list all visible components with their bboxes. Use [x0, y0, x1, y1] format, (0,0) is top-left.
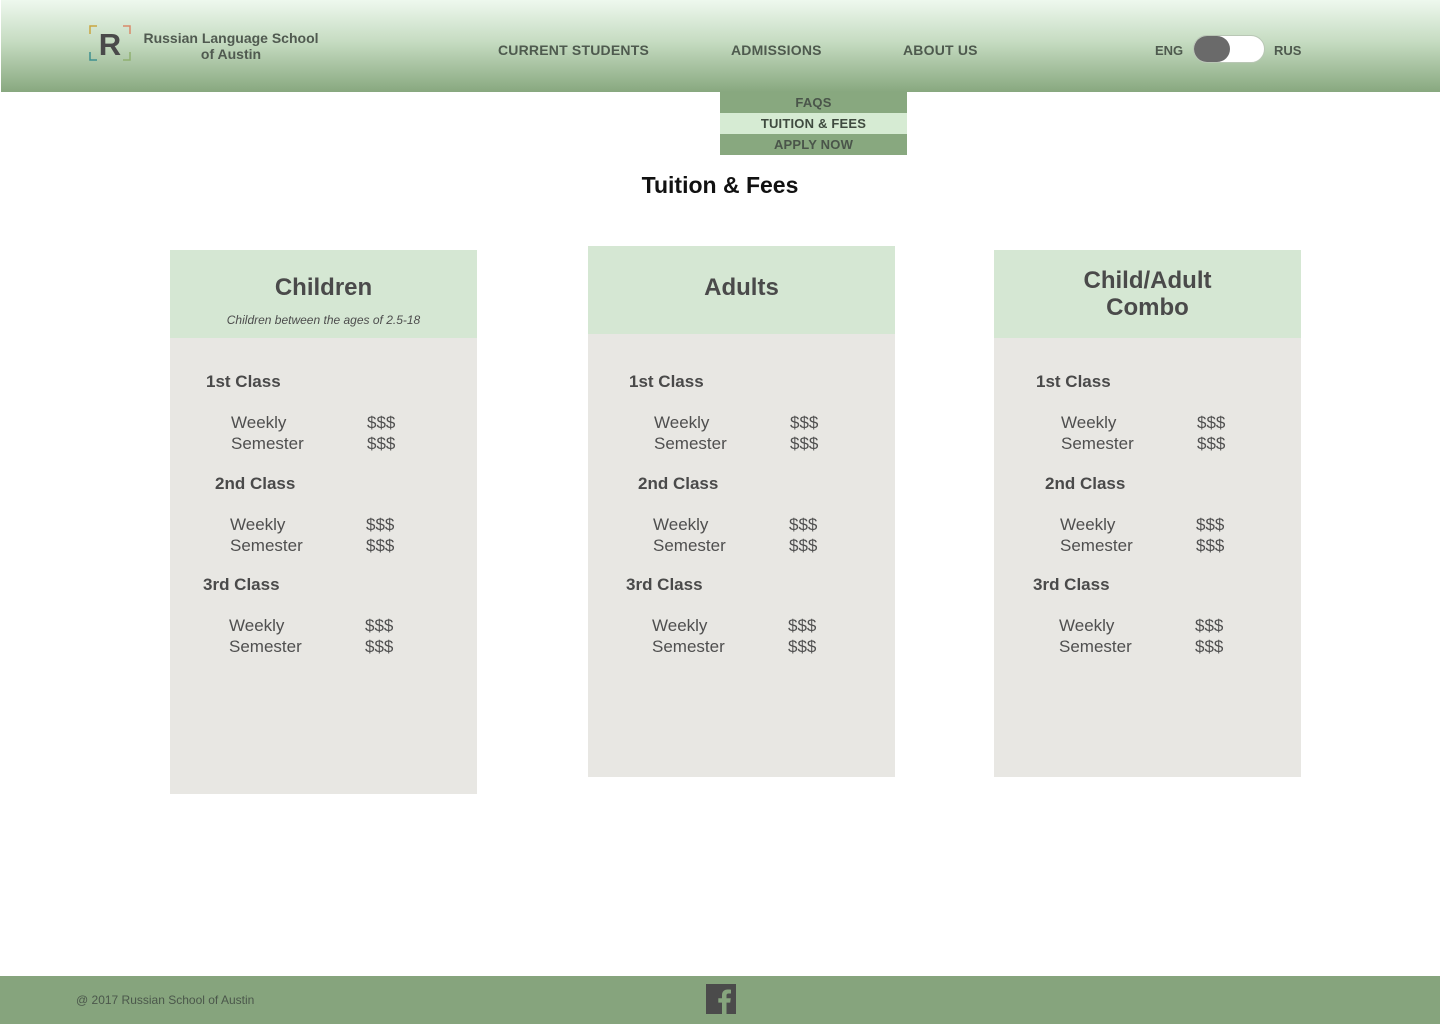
school-name-line1: Russian Language School — [143, 30, 319, 46]
row-label: Semester — [1061, 434, 1134, 453]
school-logo-icon[interactable]: R — [89, 25, 131, 61]
school-name[interactable]: Russian Language School of Austin — [141, 30, 321, 62]
row-label: Semester — [229, 637, 302, 656]
row-label: Weekly — [230, 515, 286, 534]
row-price: $$$ — [1197, 413, 1226, 432]
row-price: $$$ — [1196, 536, 1225, 555]
row-price: $$$ — [365, 637, 394, 656]
language-toggle[interactable] — [1193, 35, 1265, 63]
lang-rus-label[interactable]: RUS — [1274, 43, 1301, 58]
card-title: Children — [274, 274, 373, 301]
card-header: Adults — [588, 246, 895, 334]
nav-current-students[interactable]: CURRENT STUDENTS — [498, 42, 649, 58]
class-title: 1st Class — [629, 372, 704, 391]
row-price: $$$ — [1195, 637, 1224, 656]
copyright-text: @ 2017 Russian School of Austin — [76, 993, 255, 1007]
card-title: Adults — [704, 274, 779, 301]
page-title: Tuition & Fees — [641, 172, 799, 198]
row-label: Semester — [654, 434, 727, 453]
logo-letter: R — [99, 27, 121, 61]
row-label: Weekly — [654, 413, 710, 432]
card-title-line2: Combo — [1106, 294, 1189, 321]
toggle-knob — [1194, 36, 1230, 62]
class-title: 3rd Class — [626, 575, 703, 594]
pricing-card-adults: Adults 1st Class Weekly $$$ Semester $$$… — [588, 246, 895, 777]
nav-admissions[interactable]: ADMISSIONS — [731, 42, 822, 58]
row-label: Weekly — [652, 616, 708, 635]
row-price: $$$ — [366, 515, 395, 534]
card-subtitle: Children between the ages of 2.5-18 — [226, 313, 421, 327]
row-price: $$$ — [788, 616, 817, 635]
row-label: Semester — [652, 637, 725, 656]
dropdown-item-tuition-fees[interactable]: TUITION & FEES — [720, 113, 907, 134]
dropdown-item-apply-now[interactable]: APPLY NOW — [720, 134, 907, 155]
card-header: Child/Adult Combo — [994, 250, 1301, 338]
row-label: Weekly — [229, 616, 285, 635]
row-label: Weekly — [1059, 616, 1115, 635]
row-price: $$$ — [790, 434, 819, 453]
row-label: Weekly — [231, 413, 287, 432]
class-title: 1st Class — [206, 372, 281, 391]
class-title: 3rd Class — [203, 575, 280, 594]
admissions-dropdown: FAQS TUITION & FEES APPLY NOW — [720, 92, 907, 155]
row-label: Semester — [231, 434, 304, 453]
row-price: $$$ — [788, 637, 817, 656]
class-title: 1st Class — [1036, 372, 1111, 391]
card-title-line1: Child/Adult — [1083, 267, 1212, 294]
card-header: Children Children between the ages of 2.… — [170, 250, 477, 338]
facebook-icon[interactable] — [706, 984, 736, 1014]
row-price: $$$ — [366, 536, 395, 555]
site-header: R Russian Language School of Austin CURR… — [1, 0, 1440, 92]
row-label: Weekly — [1061, 413, 1117, 432]
row-price: $$$ — [1197, 434, 1226, 453]
nav-about-us[interactable]: ABOUT US — [903, 42, 978, 58]
school-name-line2: of Austin — [200, 46, 262, 62]
row-price: $$$ — [367, 434, 396, 453]
class-title: 2nd Class — [215, 474, 296, 493]
row-price: $$$ — [789, 515, 818, 534]
class-title: 3rd Class — [1033, 575, 1110, 594]
pricing-card-children: Children Children between the ages of 2.… — [170, 250, 477, 794]
pricing-card-combo: Child/Adult Combo 1st Class Weekly $$$ S… — [994, 250, 1301, 777]
class-title: 2nd Class — [638, 474, 719, 493]
class-title: 2nd Class — [1045, 474, 1126, 493]
row-price: $$$ — [790, 413, 819, 432]
dropdown-item-faqs[interactable]: FAQS — [720, 92, 907, 113]
row-label: Semester — [1059, 637, 1132, 656]
row-price: $$$ — [1196, 515, 1225, 534]
row-label: Weekly — [653, 515, 709, 534]
site-footer: @ 2017 Russian School of Austin — [0, 976, 1440, 1024]
row-label: Semester — [230, 536, 303, 555]
row-price: $$$ — [365, 616, 394, 635]
row-price: $$$ — [789, 536, 818, 555]
lang-eng-label[interactable]: ENG — [1155, 43, 1183, 58]
row-price: $$$ — [367, 413, 396, 432]
row-price: $$$ — [1195, 616, 1224, 635]
row-label: Semester — [653, 536, 726, 555]
row-label: Weekly — [1060, 515, 1116, 534]
row-label: Semester — [1060, 536, 1133, 555]
